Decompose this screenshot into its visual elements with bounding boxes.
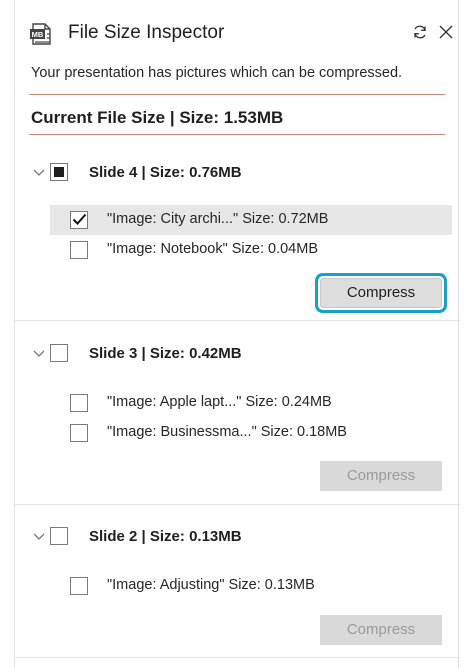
image-row[interactable]: "Image: City archi..." Size: 0.72MB [50, 205, 452, 235]
compress-button[interactable]: Compress [320, 461, 442, 491]
checkmark-icon [72, 213, 87, 225]
accent-divider [29, 134, 445, 135]
pane-title: File Size Inspector [68, 22, 225, 43]
current-file-size: Current File Size | Size: 1.53MB [31, 108, 284, 127]
image-label: "Image: Apple lapt..." Size: 0.24MB [107, 394, 332, 410]
file-size-inspector-pane: MB File Size Inspector Your presentation… [14, 0, 460, 668]
image-row[interactable]: "Image: Notebook" Size: 0.04MB [50, 235, 452, 265]
image-checkbox[interactable] [70, 211, 88, 229]
section-divider [15, 504, 460, 505]
slide-checkbox[interactable] [50, 163, 68, 181]
chevron-down-icon[interactable] [32, 168, 46, 178]
section-divider [15, 320, 460, 321]
section-divider [15, 657, 460, 658]
accent-divider [29, 94, 445, 95]
image-checkbox[interactable] [70, 241, 88, 259]
svg-text:MB: MB [32, 30, 44, 39]
slide-title: Slide 3 | Size: 0.42MB [89, 345, 242, 362]
title-bar: MB File Size Inspector [15, 0, 458, 62]
image-label: "Image: City archi..." Size: 0.72MB [107, 211, 329, 227]
image-label: "Image: Adjusting" Size: 0.13MB [107, 577, 315, 593]
slide-checkbox[interactable] [50, 527, 68, 545]
image-checkbox[interactable] [70, 424, 88, 442]
chevron-down-icon[interactable] [32, 532, 46, 542]
slide-title: Slide 4 | Size: 0.76MB [89, 164, 242, 181]
image-checkbox[interactable] [70, 577, 88, 595]
compression-notice: Your presentation has pictures which can… [31, 65, 403, 81]
image-row[interactable]: "Image: Businessma..." Size: 0.18MB [50, 418, 452, 448]
image-label: "Image: Businessma..." Size: 0.18MB [107, 424, 347, 440]
chevron-down-icon[interactable] [32, 349, 46, 359]
image-row[interactable]: "Image: Adjusting" Size: 0.13MB [50, 571, 452, 601]
image-label: "Image: Notebook" Size: 0.04MB [107, 241, 318, 257]
slide-title: Slide 2 | Size: 0.13MB [89, 528, 242, 545]
refresh-icon[interactable] [412, 24, 428, 40]
mb-file-icon: MB [30, 23, 51, 45]
slide-checkbox[interactable] [50, 344, 68, 362]
image-checkbox[interactable] [70, 394, 88, 412]
image-row[interactable]: "Image: Apple lapt..." Size: 0.24MB [50, 388, 452, 418]
compress-button[interactable]: Compress [320, 278, 442, 308]
compress-button[interactable]: Compress [320, 615, 442, 645]
close-icon[interactable] [438, 24, 454, 40]
